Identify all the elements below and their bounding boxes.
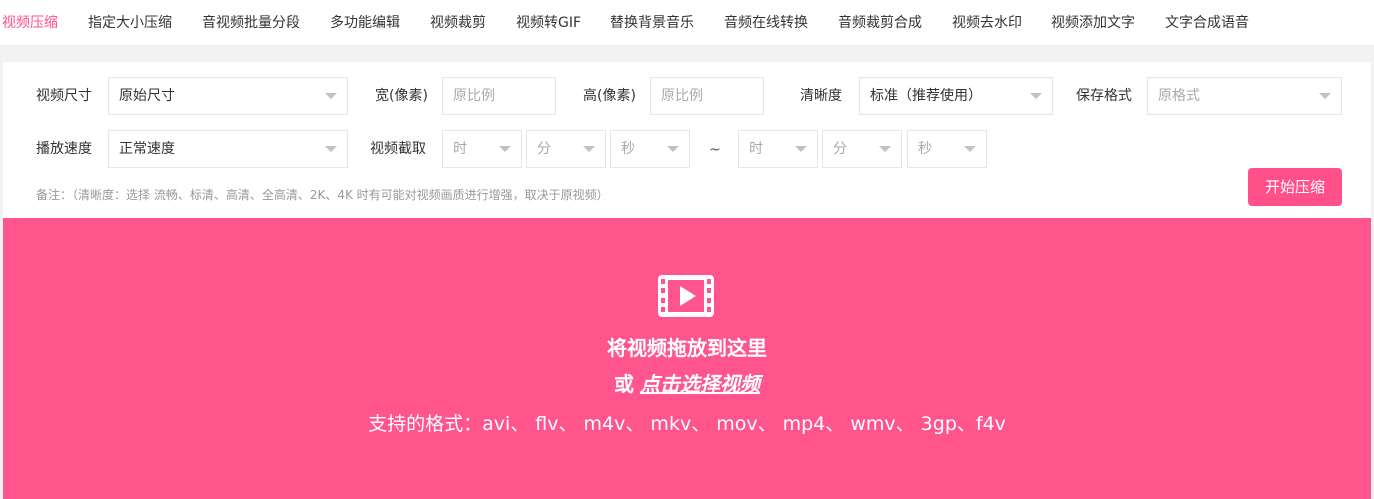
chevron-down-icon (879, 146, 891, 152)
size-select[interactable]: 原始尺寸 (108, 77, 348, 115)
chevron-down-icon (795, 146, 807, 152)
tab-video-to-gif[interactable]: 视频转GIF (516, 15, 581, 32)
settings-panel: 视频尺寸 原始尺寸 宽(像素) 原比例 高(像素) 原比例 清晰度 标准（推荐使… (3, 62, 1371, 218)
chevron-down-icon (964, 146, 976, 152)
chevron-down-icon (667, 146, 679, 152)
tab-text-to-speech[interactable]: 文字合成语音 (1165, 15, 1249, 32)
end-second-placeholder: 秒 (918, 141, 932, 157)
chevron-down-icon (325, 146, 337, 152)
chevron-down-icon (1319, 93, 1331, 99)
choose-video-link[interactable]: 点击选择视频 (640, 372, 760, 396)
height-label: 高(像素) (583, 88, 636, 104)
start-minute-select[interactable]: 分 (526, 130, 606, 168)
end-hour-select[interactable]: 时 (738, 130, 818, 168)
format-select[interactable]: 原格式 (1147, 77, 1342, 115)
start-second-select[interactable]: 秒 (610, 130, 690, 168)
tab-video-crop[interactable]: 视频裁剪 (430, 15, 486, 32)
end-second-select[interactable]: 秒 (907, 130, 987, 168)
size-select-value: 原始尺寸 (119, 88, 175, 104)
size-label: 视频尺寸 (36, 88, 92, 104)
chevron-down-icon (325, 93, 337, 99)
supported-formats: 支持的格式：avi、 flv、 m4v、 mkv、 mov、 mp4、 wmv、… (368, 413, 1006, 435)
tab-video-compress[interactable]: 视频压缩 (2, 15, 58, 32)
format-select-placeholder: 原格式 (1158, 88, 1200, 104)
speed-label: 播放速度 (36, 141, 92, 157)
height-input-placeholder: 原比例 (661, 88, 703, 104)
start-minute-placeholder: 分 (537, 141, 551, 157)
tab-replace-bgm[interactable]: 替换背景音乐 (610, 15, 694, 32)
end-minute-select[interactable]: 分 (822, 130, 902, 168)
end-hour-placeholder: 时 (749, 141, 763, 157)
tab-remove-watermark[interactable]: 视频去水印 (952, 15, 1022, 32)
chevron-down-icon (583, 146, 595, 152)
end-minute-placeholder: 分 (833, 141, 847, 157)
tab-audio-cut-merge[interactable]: 音频裁剪合成 (838, 15, 922, 32)
clip-label: 视频截取 (370, 141, 426, 157)
film-play-icon (658, 275, 714, 317)
width-input[interactable]: 原比例 (442, 77, 556, 115)
start-hour-select[interactable]: 时 (442, 130, 522, 168)
height-input[interactable]: 原比例 (650, 77, 764, 115)
tab-size-compress[interactable]: 指定大小压缩 (88, 15, 172, 32)
quality-select-value: 标准（推荐使用） (870, 88, 982, 104)
drop-title: 将视频拖放到这里 (607, 336, 767, 360)
top-nav: 视频压缩 指定大小压缩 音视频批量分段 多功能编辑 视频裁剪 视频转GIF 替换… (0, 0, 1374, 46)
chevron-down-icon (499, 146, 511, 152)
start-compress-button[interactable]: 开始压缩 (1248, 168, 1342, 206)
quality-select[interactable]: 标准（推荐使用） (859, 77, 1053, 115)
tab-audio-convert[interactable]: 音频在线转换 (724, 15, 808, 32)
start-hour-placeholder: 时 (453, 141, 467, 157)
tab-add-text[interactable]: 视频添加文字 (1051, 15, 1135, 32)
quality-note: 备注：（清晰度：选择 流畅、标清、高清、全高清、2K、4K 时有可能对视频画质进… (36, 188, 609, 202)
speed-select[interactable]: 正常速度 (108, 130, 348, 168)
start-second-placeholder: 秒 (621, 141, 635, 157)
width-input-placeholder: 原比例 (453, 88, 495, 104)
range-separator: ~ (709, 142, 721, 158)
chevron-down-icon (1030, 93, 1042, 99)
or-text: 或 (614, 372, 634, 396)
tab-multi-edit[interactable]: 多功能编辑 (330, 15, 400, 32)
format-label: 保存格式 (1076, 88, 1132, 104)
quality-label: 清晰度 (800, 88, 842, 104)
width-label: 宽(像素) (375, 88, 428, 104)
tab-batch-split[interactable]: 音视频批量分段 (202, 15, 300, 32)
drop-choose-line: 或点击选择视频 (3, 371, 1371, 397)
speed-select-value: 正常速度 (119, 141, 175, 157)
video-drop-zone[interactable]: 将视频拖放到这里 或点击选择视频 支持的格式：avi、 flv、 m4v、 mk… (3, 218, 1371, 499)
